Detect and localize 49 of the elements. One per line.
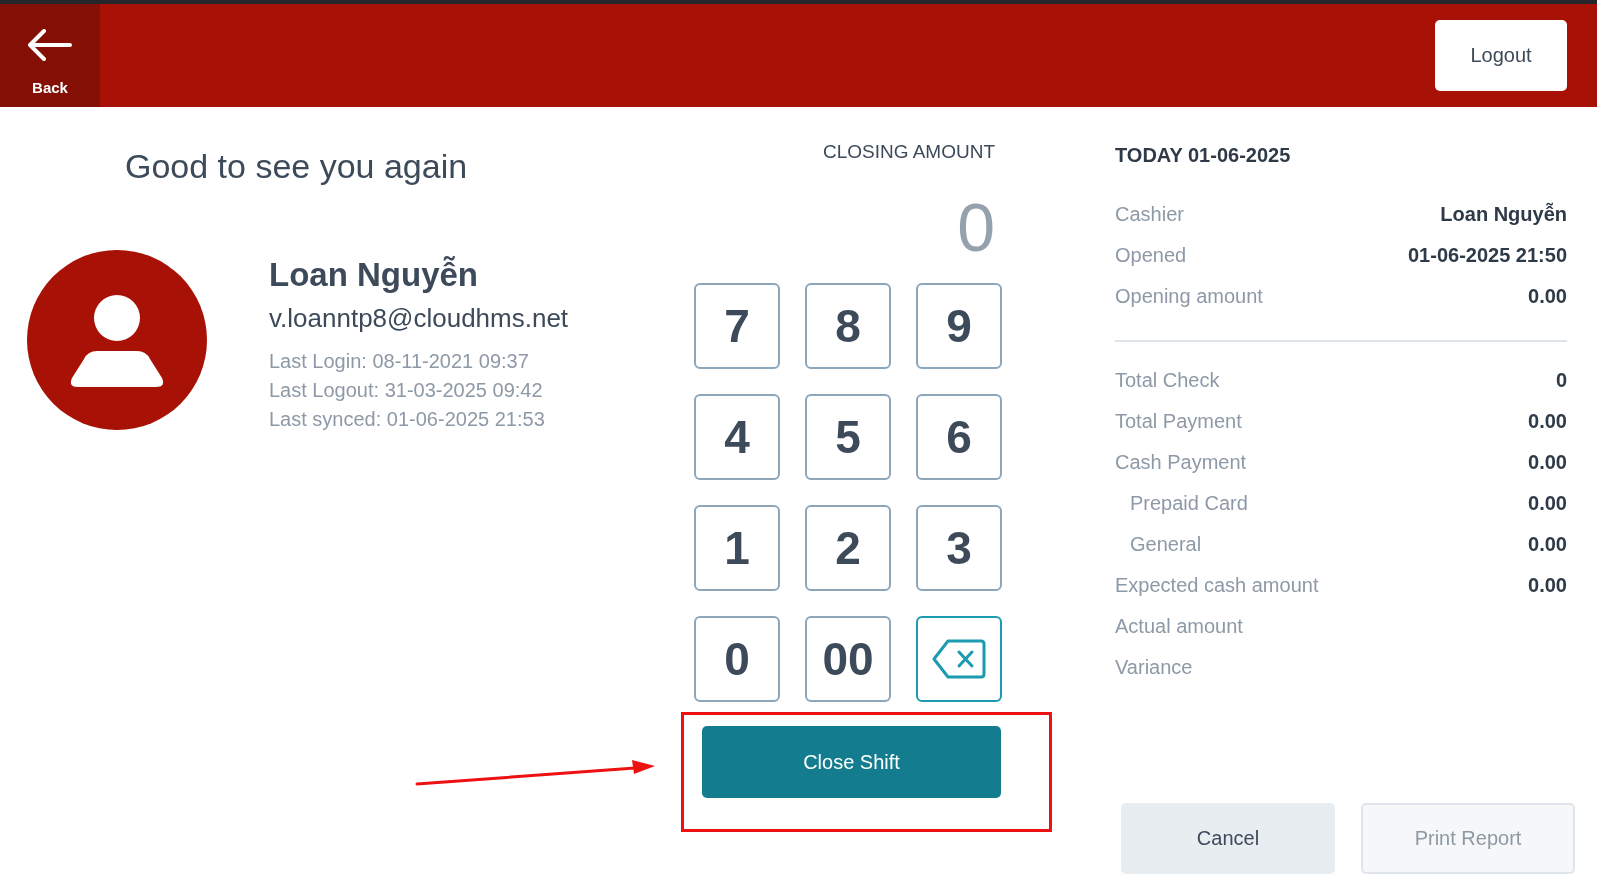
summary-label: Total Check [1115,369,1220,392]
keypad-key[interactable]: 00 [805,616,891,702]
logout-button[interactable]: Logout [1435,20,1567,91]
user-name: Loan Nguyễn [269,255,478,295]
keypad-key[interactable]: 6 [916,394,1002,480]
keypad-key[interactable]: 0 [694,616,780,702]
session-info-text: Last Login: 08-11-2021 09:37 [269,349,529,374]
summary-value: 01-06-2025 21:50 [1408,244,1567,267]
summary-value: Loan Nguyễn [1440,203,1567,226]
keypad-key[interactable]: 2 [805,505,891,591]
backspace-icon [932,639,986,679]
keypad-key[interactable]: 7 [694,283,780,369]
keypad-key[interactable]: 3 [916,505,1002,591]
summary-value: 0.00 [1528,533,1567,556]
close-shift-button[interactable]: Close Shift [702,726,1001,798]
session-info-text: Last synced: 01-06-2025 21:53 [269,407,545,432]
summary-value: 0.00 [1528,574,1567,597]
greeting-heading: Good to see you again [125,146,468,187]
summary-value: 0.00 [1528,410,1567,433]
summary-value: 0.00 [1528,492,1567,515]
summary-label: Actual amount [1115,615,1243,638]
summary-label: Variance [1115,656,1193,679]
back-button[interactable]: Back [0,4,100,107]
closing-amount-label: CLOSING AMOUNT [822,140,995,164]
summary-label: Expected cash amount [1115,574,1319,597]
cancel-button[interactable]: Cancel [1121,803,1335,874]
summary-label: Cashier [1115,203,1184,226]
summary-title: TODAY 01-06-2025 [1115,143,1291,168]
backspace-button[interactable] [916,616,1002,702]
summary-label: Total Payment [1115,410,1242,433]
keypad-key[interactable]: 8 [805,283,891,369]
summary-label: Prepaid Card [1130,492,1248,515]
keypad-key[interactable]: 5 [805,394,891,480]
keypad-key[interactable]: 4 [694,394,780,480]
summary-value: 0.00 [1528,285,1567,308]
left-arrow-icon [28,29,72,61]
back-label: Back [32,79,68,97]
summary-label: Opened [1115,244,1187,267]
amount-field[interactable]: 0 [694,189,1004,265]
keypad-key[interactable]: 9 [916,283,1002,369]
user-avatar-icon [27,250,207,430]
summary-label: General [1130,533,1202,556]
summary-label: Opening amount [1115,285,1263,308]
user-email: v.loanntp8@cloudhms.net [269,302,569,335]
summary-label: Cash Payment [1115,451,1247,474]
summary-value: 0 [1555,369,1567,392]
session-info-text: Last Logout: 31-03-2025 09:42 [269,378,543,403]
keypad-key[interactable]: 1 [694,505,780,591]
summary-value: 0.00 [1528,451,1567,474]
